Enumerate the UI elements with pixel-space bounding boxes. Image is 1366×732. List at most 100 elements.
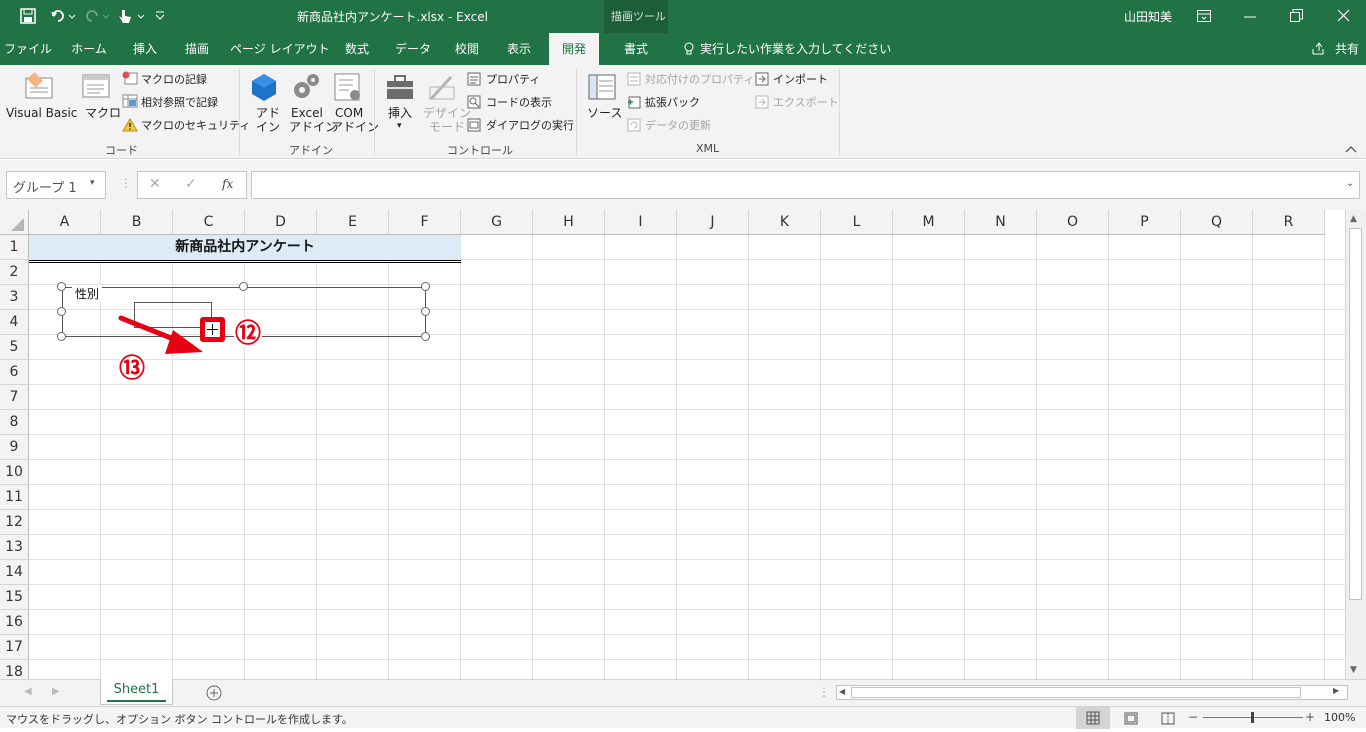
insert-function-icon[interactable]: fx [222,177,233,191]
tab-review[interactable]: 校閲 [446,33,488,65]
column-header-n[interactable]: N [965,210,1037,235]
addins-button-line2[interactable]: イン [256,121,280,134]
cancel-icon[interactable]: ✕ [149,176,161,192]
column-header-r[interactable]: R [1253,210,1325,235]
tab-format[interactable]: 書式 [612,33,660,65]
row-header-6[interactable]: 6 [0,360,29,385]
tab-home[interactable]: ホーム [64,33,114,65]
column-header-q[interactable]: Q [1181,210,1253,235]
worksheet-grid[interactable]: ABCDEFGHIJKLMNOPQR 1 2 3 4 5 6 7 8 9 10 11 12 13 14 15… [0,210,1366,679]
scroll-right-icon[interactable]: ▶ [1333,686,1339,695]
column-header-i[interactable]: I [605,210,677,235]
user-name[interactable]: 山田知美 [1124,8,1172,25]
row-header-2[interactable]: 2 [0,260,29,285]
row-header-3[interactable]: 3 [0,285,29,310]
zoom-level[interactable]: 100% [1324,711,1355,724]
name-box-dropdown-icon[interactable]: ▾ [90,178,95,188]
share-button[interactable]: 共有 [1332,33,1362,65]
row-header-5[interactable]: 5 [0,335,29,360]
page-layout-view-icon[interactable] [1124,712,1138,725]
resize-handle[interactable] [57,307,66,316]
macro-security-button[interactable]: マクロのセキュリティ [141,119,250,132]
column-header-j[interactable]: J [677,210,749,235]
properties-button[interactable]: プロパティ [486,73,540,86]
run-dialog-button[interactable]: ダイアログの実行 [486,119,574,132]
column-header-h[interactable]: H [533,210,605,235]
customize-toolbar-icon[interactable] [155,10,165,22]
column-header-b[interactable]: B [101,210,173,235]
horizontal-scroll-thumb[interactable] [851,687,1301,698]
tab-page-layout[interactable]: ページ レイアウト [230,33,330,65]
row-header-18[interactable]: 18 [0,660,29,679]
restore-icon[interactable] [1290,9,1303,22]
tab-data[interactable]: データ [388,33,438,65]
vertical-scrollbar[interactable]: ▲ ▼ [1345,210,1366,679]
row-header-15[interactable]: 15 [0,585,29,610]
row-header-11[interactable]: 11 [0,485,29,510]
horizontal-scrollbar[interactable]: ◀ [836,685,1348,700]
row-header-16[interactable]: 16 [0,610,29,635]
row-header-8[interactable]: 8 [0,410,29,435]
expand-formula-icon[interactable]: ⌄ [1346,178,1354,189]
minimize-icon[interactable] [1244,16,1256,18]
xml-source-button[interactable]: ソース [587,107,622,120]
com-addins-line2[interactable]: アドイン [331,121,379,134]
row-header-13[interactable]: 13 [0,535,29,560]
enter-icon[interactable]: ✓ [185,176,197,192]
zoom-out-icon[interactable]: − [1188,710,1198,724]
resize-handle[interactable] [421,307,430,316]
relative-reference-button[interactable]: 相対参照で記録 [141,96,218,109]
scroll-left-icon[interactable]: ◀ [839,687,845,696]
macro-button[interactable]: マクロ [85,107,121,120]
excel-addins-line1[interactable]: Excel [291,107,323,120]
column-header-c[interactable]: C [173,210,245,235]
select-all-button[interactable] [0,210,29,235]
column-header-d[interactable]: D [245,210,317,235]
scroll-up-icon[interactable]: ▲ [1350,214,1357,224]
insert-control-button[interactable]: 挿入 [388,107,412,120]
share-icon[interactable] [1312,42,1326,56]
tab-view[interactable]: 表示 [498,33,540,65]
redo-icon[interactable] [84,8,110,24]
column-header-k[interactable]: K [749,210,821,235]
column-header-g[interactable]: G [461,210,533,235]
resize-handle[interactable] [421,332,430,341]
next-sheet-icon[interactable]: ▶ [52,686,60,697]
column-header-f[interactable]: F [389,210,461,235]
import-button[interactable]: インポート [773,73,828,86]
addins-button-line1[interactable]: アド [256,107,280,120]
record-macro-button[interactable]: マクロの記録 [141,73,207,86]
resize-handle[interactable] [57,332,66,341]
row-header-12[interactable]: 12 [0,510,29,535]
visual-basic-button[interactable]: Visual Basic [6,107,77,120]
zoom-slider-thumb[interactable] [1251,712,1254,723]
ribbon-display-options-icon[interactable] [1197,10,1211,22]
save-icon[interactable] [20,8,36,24]
row-header-17[interactable]: 17 [0,635,29,660]
vertical-scroll-thumb[interactable] [1349,228,1362,600]
tab-insert[interactable]: 挿入 [124,33,166,65]
excel-addins-line2[interactable]: アドイン [289,121,337,134]
export-button[interactable]: エクスポート [773,96,839,109]
undo-icon[interactable] [50,8,76,24]
design-mode-line2[interactable]: モード [429,121,465,134]
view-code-button[interactable]: コードの表示 [486,96,552,109]
resize-handle[interactable] [239,282,248,291]
row-header-14[interactable]: 14 [0,560,29,585]
collapse-ribbon-icon[interactable] [1345,145,1357,153]
row-header-1[interactable]: 1 [0,235,29,260]
tab-developer[interactable]: 開発 [549,33,599,65]
insert-dropdown-icon[interactable]: ▾ [397,120,402,133]
column-header-o[interactable]: O [1037,210,1109,235]
sheet-tab-sheet1[interactable]: Sheet1 [100,679,173,705]
scroll-down-icon[interactable]: ▼ [1350,665,1357,675]
resize-handle[interactable] [421,282,430,291]
tab-draw[interactable]: 描画 [176,33,218,65]
column-header-a[interactable]: A [29,210,101,235]
tell-me-box[interactable]: 実行したい作業を入力してください [700,33,891,65]
map-properties-button[interactable]: 対応付けのプロパティ [645,73,754,86]
refresh-data-button[interactable]: データの更新 [645,119,711,132]
column-header-m[interactable]: M [893,210,965,235]
title-cell[interactable]: 新商品社内アンケート [29,235,461,260]
close-icon[interactable] [1337,9,1350,22]
